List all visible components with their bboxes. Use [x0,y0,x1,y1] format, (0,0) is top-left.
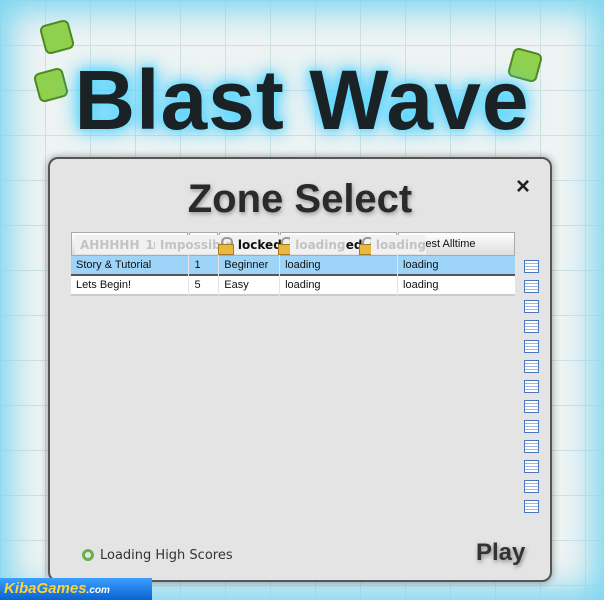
locked-label: locked [237,238,282,252]
cell-today: loadinglocked [217,235,294,255]
loading-text: Loading High Scores [100,548,233,563]
close-button[interactable]: × [516,173,530,201]
alltime-text: loading [295,237,346,252]
leaderboard-table-icon[interactable] [524,500,539,513]
zone-text: Story & Tutorial [76,259,152,271]
leaderboard-table-icon[interactable] [524,440,539,453]
green-cube-character [38,18,76,56]
cell-alltime: loading [290,235,346,255]
cell-alltime: loading [398,276,515,296]
logo-name: KibaGames [4,580,87,597]
leaderboard-table-icon[interactable] [524,460,539,473]
leaderboard-table-icon[interactable] [524,380,539,393]
cell-today: loading [280,256,398,276]
logo-suffix: .com [86,585,110,596]
leaderboard-table-icon[interactable] [524,260,539,273]
num-text: 5 [194,279,201,291]
difficulty-text: Beginner [224,259,269,271]
play-button[interactable]: Play [476,539,525,567]
zone-row[interactable]: Story & Tutorial 1 Beginner loading loading [71,256,515,276]
cell-zone: Lets Begin! [71,276,189,296]
game-title: Blast Wave [74,53,530,147]
alltime-text: loading [375,237,427,252]
cell-today: loading [280,276,398,296]
zone-row[interactable]: AHHHHH1Impossibleloadinglockedloading [74,235,347,255]
leaderboard-table-icon[interactable] [524,420,539,433]
num-text: 1 [194,259,201,271]
dialog-title: Zone Select [187,177,413,221]
cell-difficulty: Easy [219,276,280,296]
cell-difficulty: Beginner [219,256,280,276]
zone-text: AHHHHH [80,237,140,252]
cell-alltime: loading [398,256,515,276]
leaderboard-table-icon[interactable] [524,480,539,493]
leaderboard-table-icon[interactable] [524,340,539,353]
leaderboard-table-icon[interactable] [524,300,539,313]
loading-status: Loading High Scores [82,548,233,563]
zone-text: Lets Begin! [76,279,132,291]
leaderboard-table-icon[interactable] [524,280,539,293]
cell-num: 1 [189,256,219,276]
cell-alltime: loading [370,235,427,255]
leaderboard-table-icon[interactable] [524,360,539,373]
zone-table: Zone#DifficultyFastest TodayFastest Allt… [70,232,516,296]
zone-row[interactable]: Lets Begin! 5 Easy loading loading [71,276,515,296]
today-text: loading [285,279,321,291]
padlock-icon [217,237,234,255]
leaderboard-table-icon[interactable] [524,320,539,333]
cell-zone: Story & Tutorial [71,256,189,276]
leaderboard-table-icon[interactable] [524,400,539,413]
num-text: 1 [145,237,154,252]
alltime-text: loading [403,259,439,271]
zone-select-dialog: Zone Select × Zone#DifficultyFastest Tod… [48,157,552,582]
difficulty-text: Easy [224,279,249,291]
cell-zone: AHHHHH [75,235,140,255]
alltime-text: loading [403,279,439,291]
kibagames-logo[interactable]: KibaGames.com [0,578,152,600]
cell-num: 5 [189,276,219,296]
today-text: loading [285,259,321,271]
loading-spinner-icon [82,549,94,561]
cell-num: 1 [140,235,154,255]
